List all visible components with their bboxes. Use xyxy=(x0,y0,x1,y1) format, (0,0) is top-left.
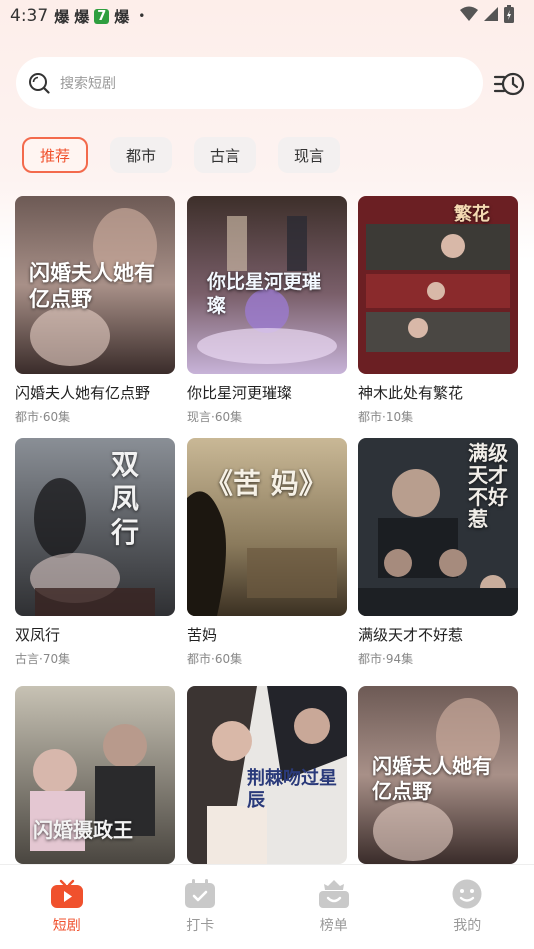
drama-title: 闪婚夫人她有亿点野 xyxy=(15,384,151,402)
poster-title: 你比星河更璀璨 xyxy=(207,271,322,317)
drama-poster: 满级天才不好惹 xyxy=(358,438,518,616)
drama-card[interactable]: 繁花 神木此处有繁花 都市·10集 xyxy=(358,196,518,425)
drama-card[interactable]: 你比星河更璀璨 你比星河更璀璨 现言·60集 xyxy=(187,196,347,425)
drama-title: 你比星河更璀璨 xyxy=(187,384,293,402)
drama-meta: 古言·70集 xyxy=(15,652,71,666)
drama-title: 苦妈 xyxy=(187,626,218,644)
notification-icon: 7 xyxy=(94,8,110,24)
drama-card[interactable]: 满级天才不好惹 满级天才不好惹 都市·94集 xyxy=(358,438,518,667)
poster-title: 闪婚摄政王 xyxy=(33,818,133,842)
search-placeholder: 搜索短剧 xyxy=(60,76,116,92)
drama-poster: 繁花 xyxy=(358,196,518,374)
signal-icon xyxy=(484,7,498,21)
battery-icon xyxy=(504,5,514,23)
drama-title: 满级天才不好惹 xyxy=(358,626,464,644)
poster-title: 双凤行 xyxy=(111,448,140,549)
status-bar: 4:37 爆 爆 7 爆 • xyxy=(0,0,534,32)
drama-title: 神木此处有繁花 xyxy=(358,384,464,402)
bottom-nav: 短剧 打卡 榜单 我的 xyxy=(0,864,534,949)
notification-icon: 爆 xyxy=(74,7,90,26)
drama-card[interactable]: 荆棘吻过星辰 xyxy=(187,686,347,864)
notification-icon: 爆 xyxy=(114,7,130,26)
profile-icon xyxy=(452,879,482,909)
tv-icon xyxy=(50,879,83,908)
poster-title: 繁花 xyxy=(454,204,490,225)
notification-icon: 爆 xyxy=(54,7,70,26)
category-tabs: 推荐 都市 古言 现言 xyxy=(22,137,341,173)
nav-label: 我的 xyxy=(453,918,482,934)
nav-checkin[interactable]: 打卡 xyxy=(134,865,268,949)
drama-poster: 《苦 妈》 xyxy=(187,438,347,616)
drama-card[interactable]: 双凤行 双凤行 古言·70集 xyxy=(15,438,175,667)
poster-title: 荆棘吻过星辰 xyxy=(247,768,337,811)
drama-poster: 你比星河更璀璨 xyxy=(187,196,347,374)
drama-meta: 都市·60集 xyxy=(187,652,243,666)
calendar-check-icon xyxy=(185,879,216,908)
tab-modern-romance[interactable]: 现言 xyxy=(278,137,341,173)
poster-title: 《苦 妈》 xyxy=(205,467,327,500)
drama-card[interactable]: 闪婚夫人她有亿点野 xyxy=(358,686,518,864)
nav-label: 榜单 xyxy=(319,918,348,934)
search-bar[interactable]: 搜索短剧 xyxy=(16,57,483,109)
drama-poster: 闪婚夫人她有亿点野 xyxy=(358,686,518,864)
drama-meta: 都市·10集 xyxy=(358,410,414,424)
tab-ancient-romance[interactable]: 古言 xyxy=(194,137,257,173)
wifi-icon xyxy=(460,6,478,21)
nav-profile[interactable]: 我的 xyxy=(401,865,534,949)
ranking-icon xyxy=(318,880,349,908)
nav-ranking[interactable]: 榜单 xyxy=(267,865,401,949)
drama-title: 双凤行 xyxy=(15,626,61,644)
poster-title: 满级天才不好惹 xyxy=(468,441,508,531)
drama-meta: 都市·94集 xyxy=(358,652,414,666)
nav-label: 短剧 xyxy=(52,918,81,934)
drama-card[interactable]: 闪婚摄政王 xyxy=(15,686,175,864)
drama-meta: 现言·60集 xyxy=(187,410,243,424)
nav-label: 打卡 xyxy=(186,918,215,934)
drama-poster: 荆棘吻过星辰 xyxy=(187,686,347,864)
history-icon[interactable] xyxy=(493,68,525,100)
drama-meta: 都市·60集 xyxy=(15,410,71,424)
poster-title: 闪婚夫人她有亿点野 xyxy=(29,260,155,311)
search-icon xyxy=(29,73,50,94)
tab-recommend[interactable]: 推荐 xyxy=(22,137,89,173)
tab-urban[interactable]: 都市 xyxy=(110,137,173,173)
drama-poster: 双凤行 xyxy=(15,438,175,616)
drama-card[interactable]: 《苦 妈》 苦妈 都市·60集 xyxy=(187,438,347,667)
more-notifications-dot: • xyxy=(138,9,146,23)
drama-poster: 闪婚摄政王 xyxy=(15,686,175,864)
drama-poster: 闪婚夫人她有亿点野 xyxy=(15,196,175,374)
nav-dramas[interactable]: 短剧 xyxy=(0,865,134,949)
drama-card[interactable]: 闪婚夫人她有亿点野 闪婚夫人她有亿点野 都市·60集 xyxy=(15,196,175,425)
poster-title: 闪婚夫人她有亿点野 xyxy=(372,754,492,803)
status-time: 4:37 xyxy=(10,6,49,26)
drama-grid: 闪婚夫人她有亿点野 闪婚夫人她有亿点野 都市·60集 你比星河更璀璨 你比星河更… xyxy=(0,196,534,864)
